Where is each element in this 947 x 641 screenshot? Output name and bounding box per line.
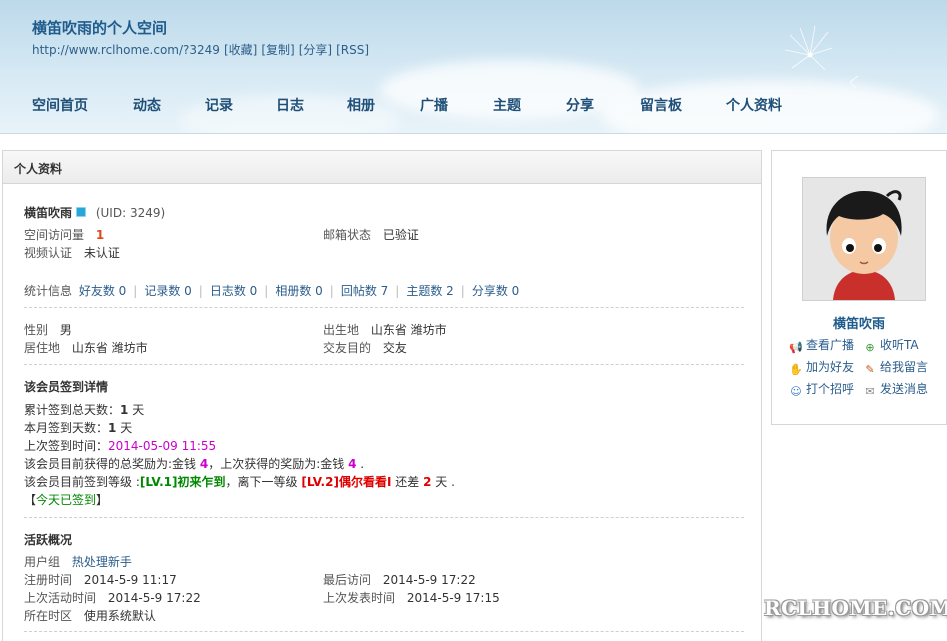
- view-broadcast-action[interactable]: 📢 查看广播: [789, 336, 854, 354]
- timezone-row: 所在时区 使用系统默认: [24, 609, 156, 623]
- gender-row: 性别 男: [24, 321, 72, 338]
- watermark: RCLHOME.COM: [764, 596, 947, 620]
- checkin-today-row: 【今天已签到】: [24, 493, 109, 507]
- share-link[interactable]: [分享]: [299, 43, 332, 57]
- panel-title: 个人资料: [14, 162, 63, 176]
- divider: [24, 517, 744, 518]
- last-visit-row: 最后访问 2014-5-9 17:22: [323, 573, 476, 587]
- space-url-link[interactable]: http://www.rclhome.com/?3249: [32, 43, 220, 57]
- stat-albums[interactable]: 相册数 0: [275, 284, 322, 298]
- usergroup-row: 用户组 热处理新手: [24, 555, 132, 569]
- usergroup-link[interactable]: 热处理新手: [72, 555, 132, 569]
- nav-threads[interactable]: 主题: [493, 95, 521, 115]
- activity-title: 活跃概况: [24, 533, 73, 547]
- username: 横笛吹雨: [24, 206, 73, 220]
- visits-value: 1: [95, 228, 105, 242]
- favorite-link[interactable]: [收藏]: [224, 43, 257, 57]
- leave-message-action[interactable]: ✎ 给我留言: [863, 358, 928, 376]
- handshake-icon: ✋: [789, 363, 803, 376]
- checkin-title: 该会员签到详情: [24, 380, 109, 394]
- follow-action[interactable]: ⊕ 收听TA: [863, 336, 918, 354]
- avatar[interactable]: [802, 177, 926, 301]
- divider: [24, 631, 744, 632]
- purpose-row: 交友目的 交友: [323, 339, 407, 356]
- nav-home[interactable]: 空间首页: [32, 95, 88, 115]
- gender-value: 男: [59, 323, 72, 337]
- panel-header: 个人资料: [3, 151, 761, 184]
- copy-link[interactable]: [复制]: [261, 43, 294, 57]
- checkin-total-row: 累计签到总天数：1 天: [24, 403, 145, 417]
- stat-blogs[interactable]: 日志数 0: [210, 284, 257, 298]
- nav-guestbook[interactable]: 留言板: [640, 95, 682, 115]
- follow-icon: ⊕: [865, 341, 875, 354]
- visits-row: 空间访问量 1: [24, 226, 104, 243]
- residence-row: 居住地 山东省 潍坊市: [24, 339, 148, 356]
- stats-label: 统计信息: [24, 284, 73, 298]
- rss-link[interactable]: [RSS]: [336, 43, 369, 57]
- poke-action[interactable]: ☺ 打个招呼: [789, 380, 854, 398]
- checkin-level-row: 该会员目前签到等级 :[LV.1]初来乍到，离下一等级 [LV.2]偶尔看看I …: [24, 475, 455, 489]
- user-card: 横笛吹雨 📢 查看广播 ⊕ 收听TA ✋ 加为好友 ✎ 给我留言 ☺ 打个招呼 ✉ 发送消息: [771, 150, 947, 425]
- profile-panel: 个人资料 横笛吹雨 (UID: 3249) 空间访问量 1 邮箱状态 已验证 视…: [2, 150, 762, 641]
- user-uid: (UID: 3249): [95, 206, 166, 220]
- avatar-image: [803, 178, 925, 300]
- purpose-value: 交友: [382, 341, 407, 355]
- today-checkin-status: 今天已签到: [36, 493, 97, 507]
- dandelion-icon: [784, 25, 859, 89]
- last-active-row: 上次活动时间 2014-5-9 17:22: [24, 591, 201, 605]
- nav-doing[interactable]: 记录: [205, 95, 233, 115]
- reg-time-row: 注册时间 2014-5-9 11:17: [24, 573, 177, 587]
- stat-threads[interactable]: 主题数 2: [406, 284, 453, 298]
- next-level: [LV.2]偶尔看看I: [301, 475, 392, 489]
- envelope-icon: ✉: [865, 385, 875, 398]
- pencil-icon: ✎: [865, 363, 875, 376]
- last-post-row: 上次发表时间 2014-5-9 17:15: [323, 591, 500, 605]
- nav-share[interactable]: 分享: [566, 95, 594, 115]
- email-value: 已验证: [382, 228, 419, 242]
- email-row: 邮箱状态 已验证: [323, 226, 419, 243]
- video-label: 视频认证: [24, 246, 73, 260]
- user-identity: 横笛吹雨 (UID: 3249): [24, 204, 165, 221]
- checkin-month-row: 本月签到天数：1 天: [24, 421, 133, 435]
- video-row: 视频认证 未认证: [24, 244, 120, 261]
- nav-blog[interactable]: 日志: [276, 95, 304, 115]
- site-links: http://www.rclhome.com/?3249 [收藏] [复制] [分享]…: [32, 41, 373, 58]
- email-label: 邮箱状态: [323, 228, 372, 242]
- residence-label: 居住地: [24, 341, 61, 355]
- video-value: 未认证: [83, 246, 120, 260]
- stat-replies[interactable]: 回帖数 7: [341, 284, 388, 298]
- online-status-icon: [76, 207, 87, 217]
- main-nav: 空间首页 动态 记录 日志 相册 广播 主题 分享 留言板 个人资料: [0, 95, 947, 115]
- site-title[interactable]: 横笛吹雨的个人空间: [32, 17, 167, 38]
- divider: [24, 307, 744, 308]
- stat-doings[interactable]: 记录数 0: [144, 284, 191, 298]
- nav-broadcast[interactable]: 广播: [420, 95, 448, 115]
- space-header: 横笛吹雨的个人空间 http://www.rclhome.com/?3249 [收…: [0, 0, 947, 134]
- user-wave-icon: ☺: [790, 385, 802, 398]
- stats-row: 统计信息 好友数 0 | 记录数 0 | 日志数 0 | 相册数 0 | 回帖数 7 | 主题数 2…: [24, 284, 520, 298]
- gender-label: 性别: [24, 323, 49, 337]
- residence-value: 山东省 潍坊市: [71, 341, 148, 355]
- divider: [24, 364, 744, 365]
- birthplace-row: 出生地 山东省 潍坊市: [323, 321, 447, 338]
- stat-shares[interactable]: 分享数 0: [472, 284, 519, 298]
- checkin-reward-row: 该会员目前获得的总奖励为:金钱 4，上次获得的奖励为:金钱 4 .: [24, 457, 365, 471]
- sidebar-username[interactable]: 横笛吹雨: [772, 313, 946, 332]
- send-message-action[interactable]: ✉ 发送消息: [863, 380, 928, 398]
- current-level: [LV.1]初来乍到: [139, 475, 226, 489]
- purpose-label: 交友目的: [323, 341, 372, 355]
- stat-friends[interactable]: 好友数 0: [79, 284, 126, 298]
- nav-album[interactable]: 相册: [347, 95, 375, 115]
- checkin-last-row: 上次签到时间：2014-05-09 11:55: [24, 439, 217, 453]
- birthplace-value: 山东省 潍坊市: [370, 323, 447, 337]
- add-friend-action[interactable]: ✋ 加为好友: [789, 358, 854, 376]
- nav-feed[interactable]: 动态: [133, 95, 161, 115]
- birthplace-label: 出生地: [323, 323, 360, 337]
- nav-profile[interactable]: 个人资料: [726, 95, 782, 115]
- megaphone-icon: 📢: [789, 341, 803, 354]
- visits-label: 空间访问量: [24, 228, 85, 242]
